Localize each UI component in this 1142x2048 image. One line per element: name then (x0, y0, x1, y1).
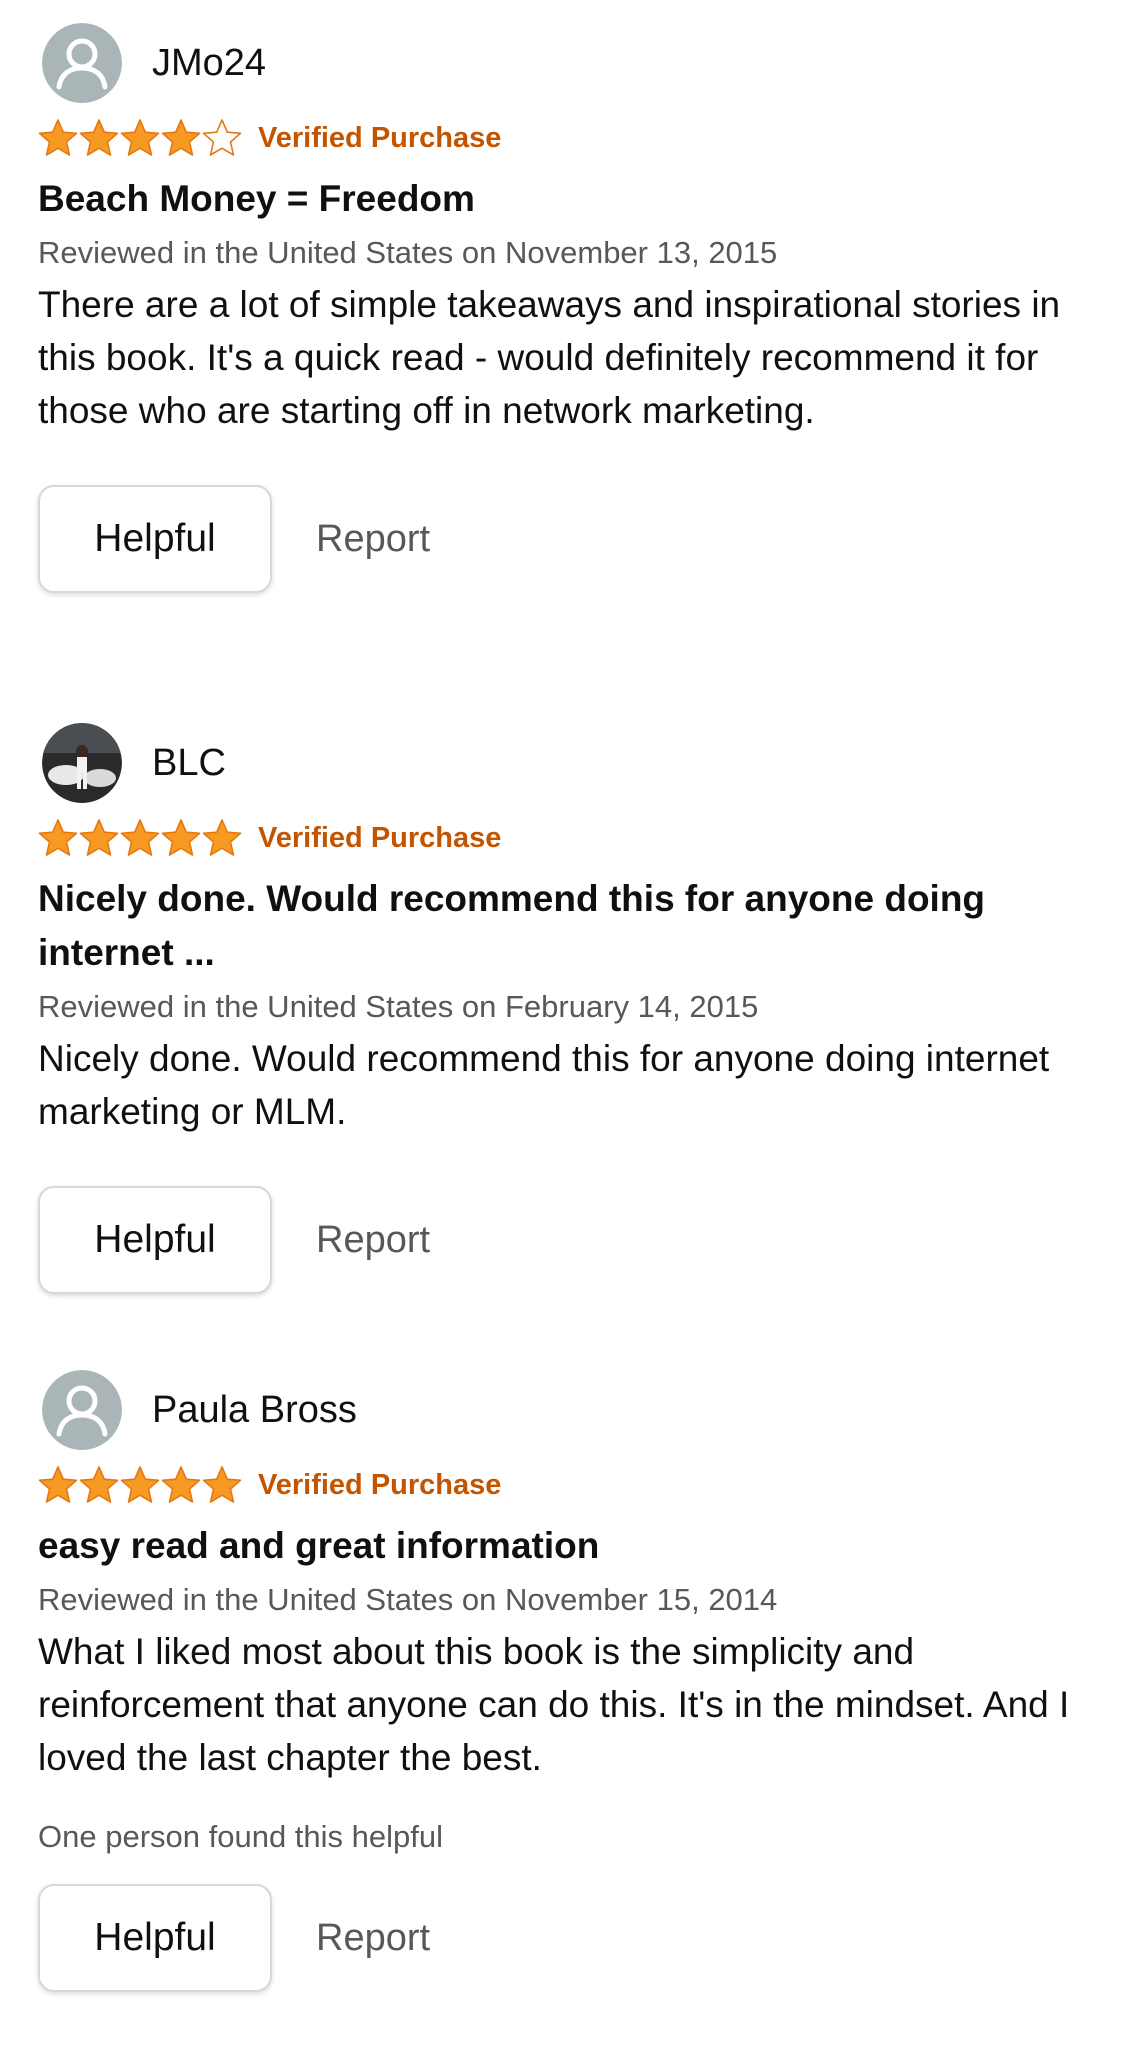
review-body: What I liked most about this book is the… (38, 1631, 1070, 1778)
star-rating[interactable] (38, 818, 242, 858)
profile-photo (42, 723, 122, 803)
helpful-button[interactable]: Helpful (38, 1186, 272, 1294)
star-filled-icon (79, 118, 119, 158)
report-link[interactable]: Report (316, 1917, 430, 1960)
reviewer-name[interactable]: JMo24 (152, 42, 266, 85)
review-card: BLC Verified Purchase Nicely done. Would… (38, 722, 1118, 1294)
review-title[interactable]: Nicely done. Would recommend this for an… (38, 872, 1118, 980)
verified-purchase-badge: Verified Purchase (258, 1468, 502, 1501)
review-title[interactable]: Beach Money = Freedom (38, 172, 1118, 226)
star-filled-icon (79, 818, 119, 858)
star-filled-icon (202, 818, 242, 858)
review-actions: Helpful Report (38, 1186, 1118, 1294)
star-filled-icon (79, 1465, 119, 1505)
rating-row: Verified Purchase (38, 114, 1118, 162)
helpful-button[interactable]: Helpful (38, 1884, 272, 1992)
star-filled-icon (120, 1465, 160, 1505)
star-filled-icon (38, 1465, 78, 1505)
review-card: Paula Bross Verified Purchase easy read … (38, 1369, 1118, 1992)
star-filled-icon (161, 118, 201, 158)
star-filled-icon (38, 818, 78, 858)
review-card: JMo24 Verified Purchase Beach Money = Fr… (38, 22, 1118, 593)
review-date: Reviewed in the United States on Novembe… (38, 235, 778, 270)
star-filled-icon (161, 818, 201, 858)
report-link[interactable]: Report (316, 518, 430, 561)
star-rating[interactable] (38, 1465, 242, 1505)
star-filled-icon (38, 118, 78, 158)
avatar[interactable] (42, 1370, 122, 1450)
rating-row: Verified Purchase (38, 814, 1118, 862)
star-filled-icon (202, 1465, 242, 1505)
review-date: Reviewed in the United States on Februar… (38, 989, 759, 1024)
default-person-icon (42, 1370, 122, 1450)
helpful-button[interactable]: Helpful (38, 485, 272, 593)
review-actions: Helpful Report (38, 485, 1118, 593)
reviewer-row: BLC (38, 722, 1118, 804)
review-body: Nicely done. Would recommend this for an… (38, 1038, 1050, 1132)
reviewer-row: JMo24 (38, 22, 1118, 104)
star-filled-icon (120, 818, 160, 858)
star-filled-icon (161, 1465, 201, 1505)
default-person-icon (42, 23, 122, 103)
report-link[interactable]: Report (316, 1219, 430, 1262)
star-rating[interactable] (38, 118, 242, 158)
avatar[interactable] (42, 23, 122, 103)
reviewer-row: Paula Bross (38, 1369, 1118, 1451)
review-title[interactable]: easy read and great information (38, 1519, 1118, 1573)
star-filled-icon (120, 118, 160, 158)
verified-purchase-badge: Verified Purchase (258, 821, 502, 854)
avatar[interactable] (42, 723, 122, 803)
review-date: Reviewed in the United States on Novembe… (38, 1582, 778, 1617)
reviewer-name[interactable]: BLC (152, 742, 226, 785)
rating-row: Verified Purchase (38, 1461, 1118, 1509)
helpful-count: One person found this helpful (38, 1819, 443, 1854)
verified-purchase-badge: Verified Purchase (258, 121, 502, 154)
reviewer-name[interactable]: Paula Bross (152, 1389, 357, 1432)
star-empty-icon (202, 118, 242, 158)
review-actions: Helpful Report (38, 1884, 1118, 1992)
review-body: There are a lot of simple takeaways and … (38, 284, 1061, 431)
